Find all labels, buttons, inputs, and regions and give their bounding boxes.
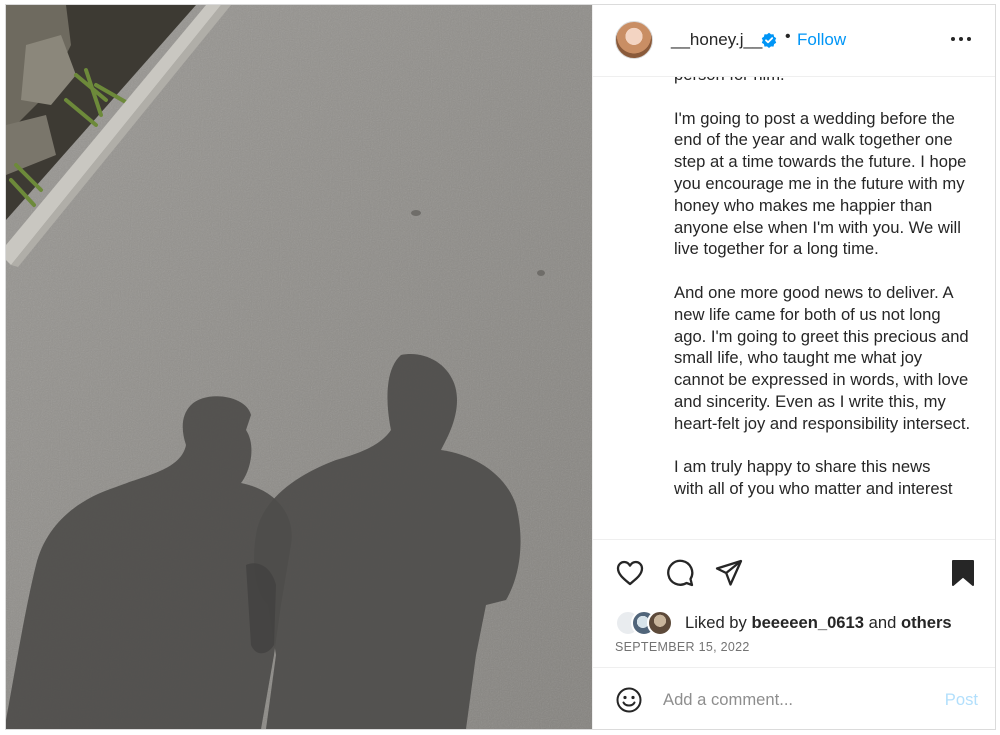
caption-paragraph: with all of you who matter and interest — [674, 479, 953, 499]
liker-avatar — [647, 610, 673, 636]
follow-button[interactable]: Follow — [797, 30, 846, 50]
heart-icon[interactable] — [615, 558, 645, 588]
post-header: __honey.j__ • Follow — [593, 5, 995, 77]
liked-by-text: Liked by beeeeen_0613 and others — [685, 613, 952, 633]
post-actions: Liked by beeeeen_0613 and others SEPTEMB… — [593, 539, 995, 667]
caption-paragraph: I'm going to post a wedding before the e… — [674, 108, 967, 259]
post-photo[interactable] — [6, 5, 592, 729]
post-date[interactable]: SEPTEMBER 15, 2022 — [615, 640, 750, 654]
more-options-icon[interactable] — [947, 25, 975, 53]
liked-by-others-link[interactable]: others — [901, 613, 952, 632]
liked-by-prefix: Liked by — [685, 613, 747, 632]
avatar[interactable] — [615, 21, 653, 59]
caption-text: person for him. I'm going to post a wedd… — [674, 77, 974, 522]
caption-paragraph: And one more good news to deliver. A new… — [674, 282, 971, 433]
comment-icon[interactable] — [665, 558, 695, 588]
comment-bar: Post — [593, 667, 995, 729]
send-icon[interactable] — [714, 558, 744, 588]
post-comment-button[interactable]: Post — [945, 690, 978, 710]
post-window: __honey.j__ • Follow person for him. I'm… — [5, 4, 996, 730]
separator-dot: • — [785, 28, 791, 45]
liker-avatars — [615, 610, 681, 636]
liked-by-user-link[interactable]: beeeeen_0613 — [751, 613, 864, 632]
caption-scroll-area[interactable]: person for him. I'm going to post a wedd… — [593, 77, 995, 539]
caption-paragraph: person for him. — [674, 77, 974, 86]
comment-input[interactable] — [663, 688, 923, 712]
verified-badge-icon — [761, 32, 777, 48]
caption-paragraph: I am truly happy to share this news — [674, 457, 931, 477]
likes-summary[interactable]: Liked by beeeeen_0613 and others — [615, 608, 985, 636]
liked-by-connector: and — [868, 613, 897, 632]
shadow-photo-image — [6, 5, 592, 729]
bookmark-icon[interactable] — [949, 558, 977, 588]
smiley-icon[interactable] — [615, 686, 643, 714]
username-link[interactable]: __honey.j__ — [671, 30, 762, 50]
post-side-panel: __honey.j__ • Follow person for him. I'm… — [592, 5, 995, 729]
